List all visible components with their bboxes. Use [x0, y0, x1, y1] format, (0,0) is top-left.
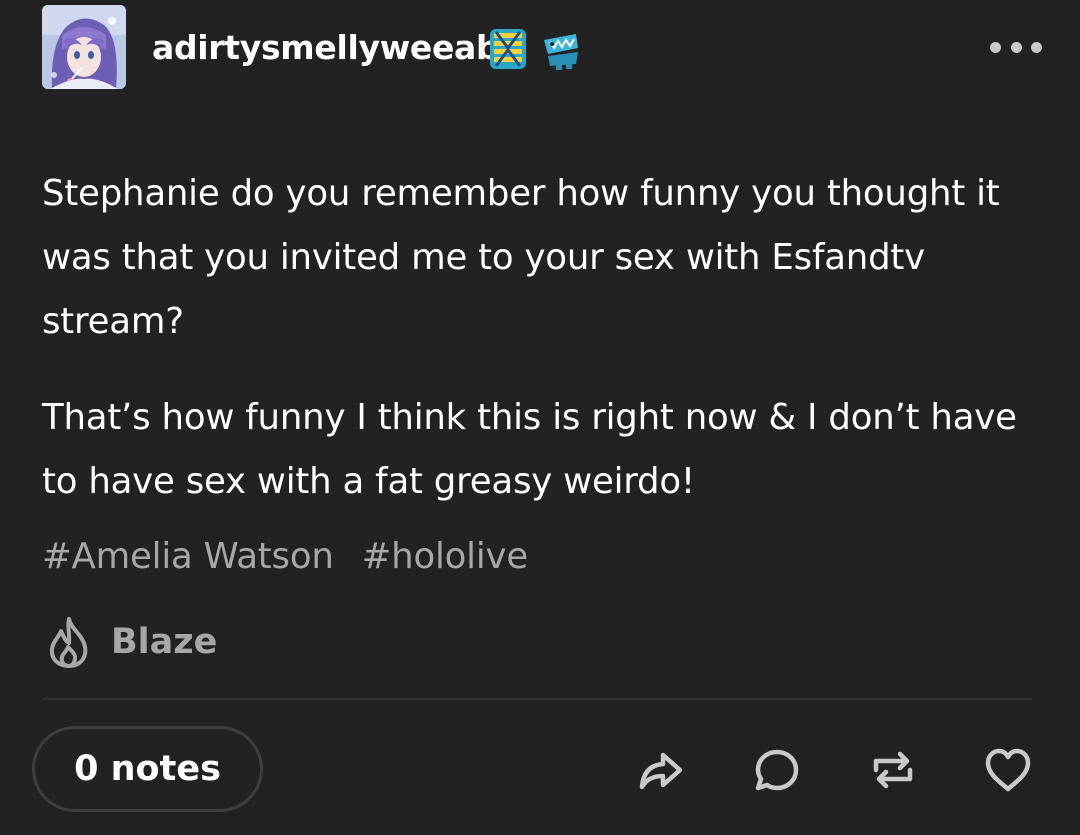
blaze-label: Blaze: [111, 622, 218, 662]
chomper-badge-icon[interactable]: [540, 26, 584, 72]
notes-button[interactable]: 0 notes: [32, 726, 263, 812]
striped-badge-icon[interactable]: [486, 26, 530, 72]
like-icon[interactable]: [982, 745, 1032, 795]
dot: [990, 41, 1001, 53]
tag-list: #Amelia Watson #hololive: [42, 532, 528, 582]
username[interactable]: adirtysmellyweeab: [152, 28, 500, 67]
share-icon[interactable]: [636, 745, 686, 795]
flame-icon: [49, 617, 88, 668]
tumblr-post: adirtysmellyweeab Stephanie do you remem…: [0, 0, 1080, 835]
post-paragraph: That’s how funny I think this is right n…: [42, 397, 1017, 502]
divider: [42, 698, 1032, 700]
tag-hololive[interactable]: #hololive: [362, 532, 529, 582]
tag-amelia-watson[interactable]: #Amelia Watson: [42, 532, 334, 582]
dot: [1031, 41, 1042, 53]
reply-icon[interactable]: [752, 745, 802, 795]
reblog-icon[interactable]: [868, 745, 918, 795]
post-paragraph: Stephanie do you remember how funny you …: [42, 173, 1000, 342]
more-options-icon[interactable]: [990, 32, 1042, 62]
blaze-button[interactable]: Blaze: [45, 612, 217, 672]
dot: [1010, 41, 1022, 53]
avatar[interactable]: [42, 5, 126, 89]
